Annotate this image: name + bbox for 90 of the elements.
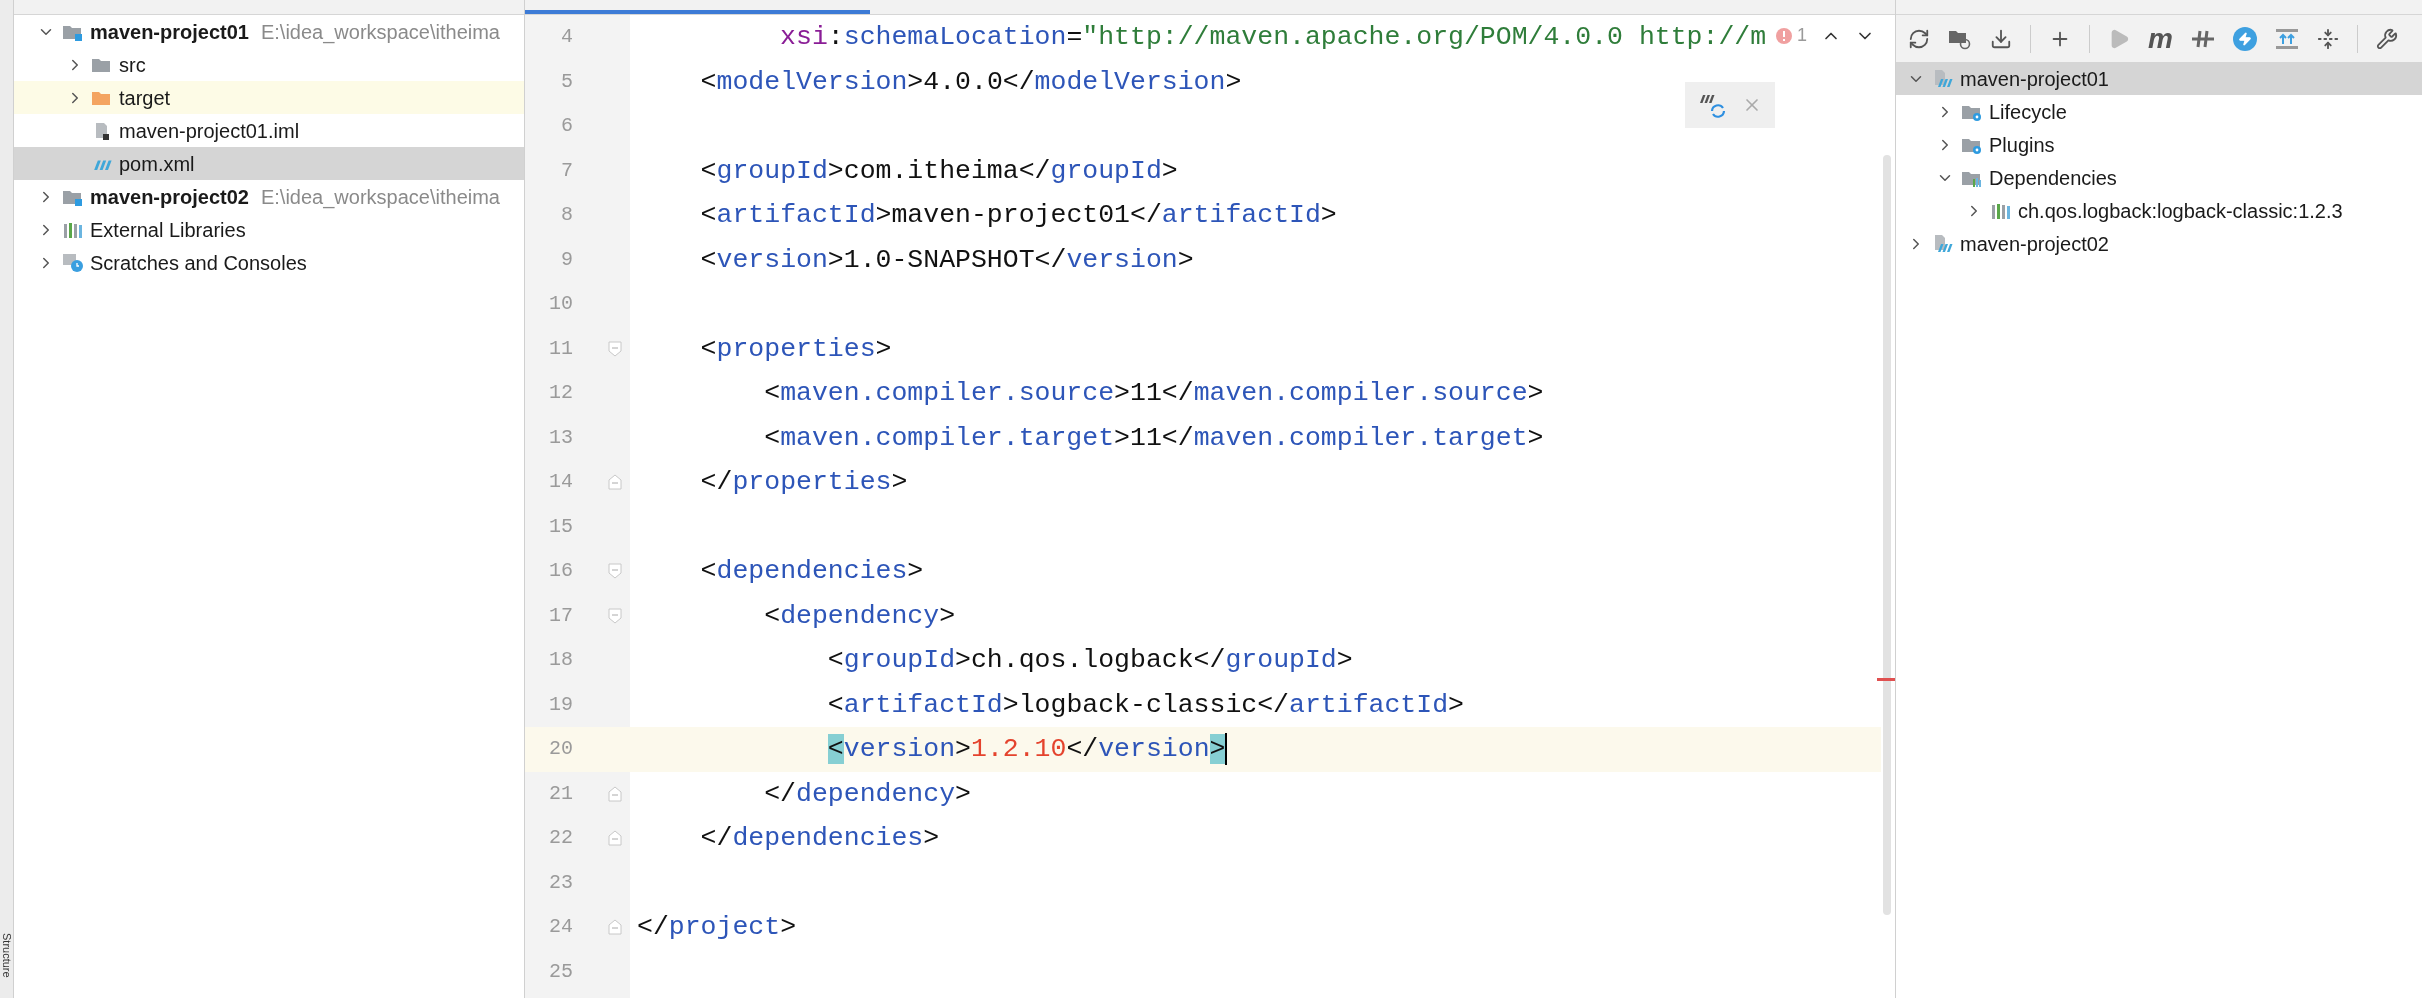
- fold-marker-icon[interactable]: [608, 607, 622, 624]
- tree-row[interactable]: target: [14, 81, 524, 114]
- code-line: </project>: [637, 911, 797, 945]
- line-number: 21: [548, 780, 573, 807]
- item-label: maven-project01: [1960, 66, 2109, 92]
- tree-row[interactable]: maven-project02 E:\idea_workspace\itheima: [14, 180, 524, 213]
- settings-icon[interactable]: [2375, 27, 2398, 50]
- structure-tab[interactable]: Structure: [0, 933, 13, 978]
- item-label: maven-project02: [90, 184, 249, 210]
- error-icon: [1775, 26, 1793, 45]
- line-number: 12: [548, 380, 573, 407]
- fold-marker-icon[interactable]: [608, 830, 622, 847]
- line-number: 9: [560, 246, 573, 273]
- line-number: 10: [548, 291, 573, 318]
- item-label: Lifecycle: [1989, 99, 2067, 125]
- fold-marker-icon[interactable]: [608, 340, 622, 357]
- scrollbar[interactable]: [1883, 155, 1891, 915]
- line-number: 23: [548, 869, 573, 896]
- maven-project-icon: [1932, 233, 1954, 254]
- problem-count: 1: [1797, 24, 1807, 47]
- collapse-all-icon[interactable]: [2316, 27, 2339, 50]
- item-label: src: [119, 52, 146, 78]
- tree-row[interactable]: maven-project01: [1896, 62, 2422, 95]
- code-line: <version>1.0-SNAPSHOT</version>: [699, 243, 1194, 277]
- code-line: <groupId>ch.qos.logback</groupId>: [826, 644, 1353, 678]
- code-line: <maven.compiler.source>11</maven.compiler.source>: [763, 377, 1544, 411]
- code-line: <maven.compiler.target>11</maven.compiler.target>: [763, 421, 1544, 455]
- line-number: 16: [548, 558, 573, 585]
- line-number: 17: [548, 602, 573, 629]
- maven-project-icon: [1932, 68, 1954, 89]
- code-line: <properties>: [699, 332, 892, 366]
- line-number: 5: [560, 68, 573, 95]
- tree-row[interactable]: maven-project02: [1896, 227, 2422, 260]
- item-label: target: [119, 85, 171, 111]
- line-number: 7: [560, 157, 573, 184]
- item-label: External Libraries: [90, 217, 246, 243]
- line-number: 19: [548, 691, 573, 718]
- code-line: <groupId>com.itheima</groupId>: [699, 154, 1178, 188]
- item-label: pom.xml: [119, 151, 195, 177]
- tree-row[interactable]: src: [14, 48, 524, 81]
- code-line: <dependencies>: [699, 555, 924, 589]
- item-label: maven-project01: [90, 19, 249, 45]
- offline-mode-icon[interactable]: [2232, 26, 2257, 51]
- item-label: Scratches and Consoles: [90, 250, 307, 276]
- line-number: 20: [548, 736, 573, 763]
- code-line: xsi:schemaLocation="http://maven.apache.org/POM/4.0.0 http://m: [779, 21, 1767, 55]
- item-label: ch.qos.logback:logback-classic:1.2.3: [2018, 198, 2343, 224]
- tree-row[interactable]: External Libraries: [14, 213, 524, 246]
- line-number: 4: [560, 24, 573, 51]
- code-line: <artifactId>maven-project01</artifactId>: [699, 199, 1337, 233]
- line-number: 6: [560, 113, 573, 140]
- line-number: 14: [548, 469, 573, 496]
- tree-row[interactable]: Lifecycle: [1896, 95, 2422, 128]
- item-label: Plugins: [1989, 132, 2055, 158]
- item-label: maven-project02: [1960, 231, 2109, 257]
- code-line: </dependencies>: [699, 822, 940, 856]
- tree-row[interactable]: Scratches and Consoles: [14, 246, 524, 279]
- tree-row[interactable]: Dependencies: [1896, 161, 2422, 194]
- item-label: Dependencies: [1989, 165, 2117, 191]
- item-path: E:\idea_workspace\itheima: [260, 184, 500, 211]
- line-number: 25: [548, 958, 573, 985]
- line-number: 13: [548, 424, 573, 451]
- tree-row[interactable]: ch.qos.logback:logback-classic:1.2.3: [1896, 194, 2422, 227]
- line-number: 18: [548, 647, 573, 674]
- code-line: <dependency>: [763, 599, 956, 633]
- code-line: <artifactId>logback-classic</artifactId>: [826, 688, 1464, 722]
- fold-marker-icon[interactable]: [608, 563, 622, 580]
- download-icon[interactable]: [1990, 27, 2012, 50]
- show-dependencies-icon[interactable]: [2274, 27, 2299, 50]
- code-line: <modelVersion>4.0.0</modelVersion>: [699, 65, 1242, 99]
- scratch-clock-icon: [62, 252, 84, 273]
- code-line: </dependency>: [763, 777, 971, 811]
- line-number: 22: [548, 825, 573, 852]
- execute-goal-button[interactable]: m: [2148, 24, 2173, 53]
- tree-row[interactable]: maven-project01.iml: [14, 114, 524, 147]
- fold-marker-icon[interactable]: [608, 474, 622, 491]
- tree-row[interactable]: pom.xml: [14, 147, 524, 180]
- item-path: E:\idea_workspace\itheima: [260, 19, 500, 46]
- tree-row[interactable]: Plugins: [1896, 128, 2422, 161]
- fold-marker-icon[interactable]: [608, 785, 622, 802]
- line-number: 24: [548, 914, 573, 941]
- line-number: 15: [548, 513, 573, 540]
- reload-icon[interactable]: [1908, 27, 1930, 50]
- line-number: 11: [548, 335, 573, 362]
- line-number: 8: [560, 202, 573, 229]
- code-line: <version>1.2.10</version>: [826, 732, 1228, 767]
- code-line: </properties>: [699, 466, 908, 500]
- fold-marker-icon[interactable]: [608, 919, 622, 936]
- tree-row[interactable]: maven-project01 E:\idea_workspace\itheima: [14, 15, 524, 48]
- item-label: maven-project01.iml: [119, 118, 300, 144]
